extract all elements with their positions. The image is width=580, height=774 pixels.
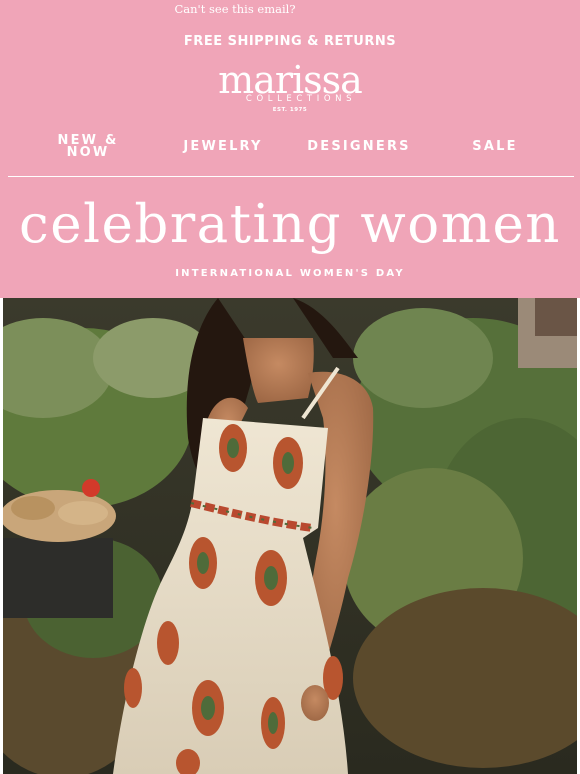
view-in-browser-link[interactable]: Can't see this email? (0, 0, 580, 18)
logo-subline: COLLECTIONS (245, 94, 357, 104)
logo-wordmark: marissa (218, 58, 363, 102)
nav-new-and-now-line2: NOW (66, 145, 110, 160)
shipping-banner: FREE SHIPPING & RETURNS (183, 34, 397, 49)
nav-designers[interactable]: DESIGNERS (297, 134, 421, 164)
nav-jewelry[interactable]: JEWELRY (170, 134, 276, 164)
hero-headline: celebrating women (19, 194, 561, 255)
nav-sale[interactable]: SALE (458, 134, 532, 164)
logo-established: EST. 1975 (272, 107, 308, 113)
nav-divider (8, 176, 574, 177)
hero-image[interactable] (3, 298, 577, 774)
nav-new-and-now[interactable]: NEW & NOW (48, 134, 128, 165)
brand-logo[interactable]: marissa COLLECTIONS EST. 1975 (0, 58, 580, 113)
hero-subheadline: INTERNATIONAL WOMEN'S DAY (175, 268, 405, 279)
header-banner: Can't see this email? FREE SHIPPING & RE… (0, 0, 580, 298)
hero-photo-illustration (3, 298, 577, 774)
